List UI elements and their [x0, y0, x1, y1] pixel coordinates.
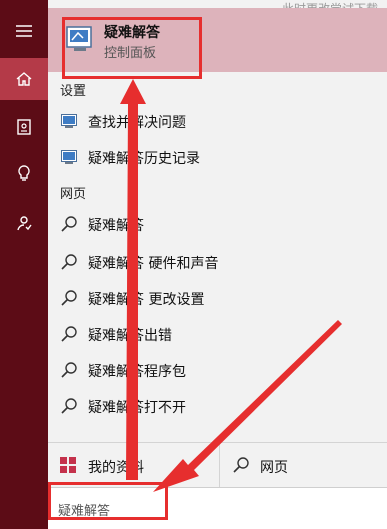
search-icon [61, 254, 77, 270]
web-search-button[interactable]: 网页 [220, 443, 387, 487]
search-icon [61, 216, 77, 232]
settings-item-label: 疑难解答历史记录 [88, 151, 200, 167]
search-icon [61, 398, 77, 414]
web-suggestion-label: 疑难解答 [88, 218, 144, 234]
scope-bar: 我的资料 网页 [48, 442, 387, 487]
my-stuff-label: 我的资料 [88, 460, 144, 476]
reminders-button[interactable] [0, 152, 48, 194]
web-section-header: 网页 [60, 187, 87, 202]
lightbulb-icon [18, 165, 30, 181]
web-suggestion-row[interactable]: 疑难解答出错 [48, 317, 387, 351]
annotation-highlight-box [48, 482, 168, 520]
web-suggestion-row[interactable]: 疑难解答 硬件和声音 [48, 245, 387, 279]
home-button[interactable] [0, 58, 48, 100]
web-suggestion-label: 疑难解答 更改设置 [88, 292, 205, 308]
settings-monitor-icon [61, 114, 77, 128]
web-suggestion-label: 疑难解答 硬件和声音 [88, 256, 219, 272]
hamburger-icon [16, 25, 32, 37]
web-suggestion-row[interactable]: 疑难解答 [48, 207, 387, 241]
settings-item-history[interactable]: 疑难解答历史记录 [48, 140, 387, 174]
settings-item-label: 查找并解决问题 [88, 115, 186, 131]
web-suggestion-label: 疑难解答程序包 [88, 364, 186, 380]
search-icon [61, 290, 77, 306]
windows-logo-icon [60, 457, 76, 473]
my-stuff-button[interactable]: 我的资料 [48, 443, 220, 487]
web-suggestion-row[interactable]: 疑难解答打不开 [48, 389, 387, 423]
web-suggestion-row[interactable]: 疑难解答 更改设置 [48, 281, 387, 315]
feedback-icon [17, 216, 32, 231]
web-suggestion-row[interactable]: 疑难解答程序包 [48, 353, 387, 387]
web-search-label: 网页 [260, 460, 288, 476]
settings-item-find-fix[interactable]: 查找并解决问题 [48, 104, 387, 138]
home-icon [16, 72, 32, 86]
web-suggestion-label: 疑难解答出错 [88, 328, 172, 344]
left-rail [0, 0, 48, 529]
notebook-button[interactable] [0, 106, 48, 148]
hamburger-menu-button[interactable] [0, 10, 48, 52]
web-suggestion-label: 疑难解答打不开 [88, 400, 186, 416]
feedback-button[interactable] [0, 202, 48, 244]
annotation-highlight-box [62, 17, 202, 79]
notebook-icon [17, 119, 31, 135]
search-icon [61, 326, 77, 342]
settings-section-header: 设置 [60, 84, 87, 99]
search-icon [233, 457, 249, 473]
settings-monitor-icon [61, 150, 77, 164]
search-icon [61, 362, 77, 378]
